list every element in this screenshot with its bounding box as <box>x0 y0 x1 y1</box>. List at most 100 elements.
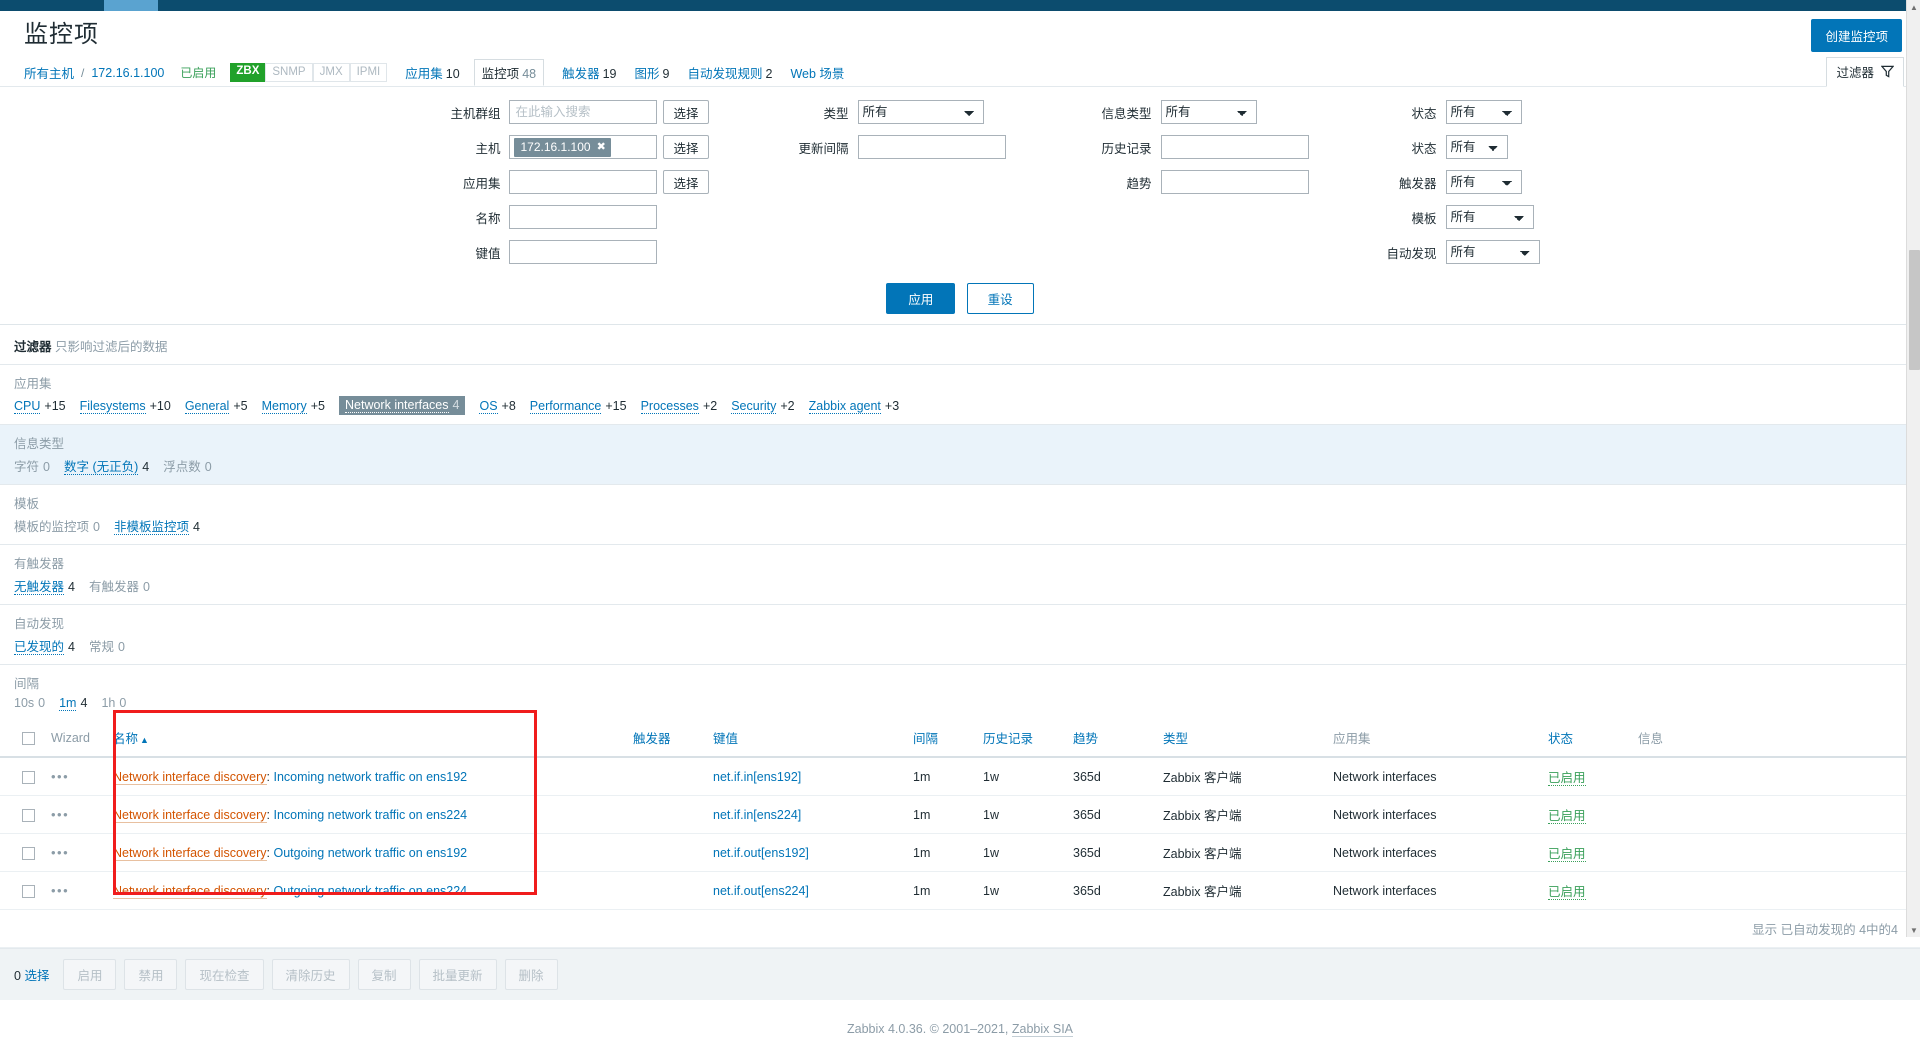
nav-discovery-rules[interactable]: 自动发现规则 2 <box>687 63 772 82</box>
template-select[interactable]: 所有 <box>1445 205 1534 229</box>
subfilter-item[interactable]: General +5 <box>184 398 248 414</box>
scroll-down-arrow-icon[interactable]: ▼ <box>1907 923 1920 937</box>
breadcrumb-all-hosts[interactable]: 所有主机 <box>24 63 74 82</box>
scroll-up-arrow-icon[interactable]: ▲ <box>1907 0 1920 14</box>
status-select[interactable]: 所有 <box>1445 135 1508 159</box>
update-interval-input[interactable] <box>857 135 1006 159</box>
row-checkbox[interactable] <box>22 770 35 784</box>
state-select[interactable]: 所有 <box>1445 100 1522 124</box>
item-name-link[interactable]: Incoming network traffic on ens192 <box>273 770 467 784</box>
col-status[interactable]: 状态 <box>1540 719 1630 758</box>
subfilter-item[interactable]: 无触发器 4 <box>14 576 75 595</box>
breadcrumb-host[interactable]: 172.16.1.100 <box>91 66 164 80</box>
apply-button[interactable]: 应用 <box>886 283 956 314</box>
discovery-rule-link[interactable]: Network interface discovery <box>113 807 267 823</box>
nav-web-scenarios[interactable]: Web 场景 <box>790 63 844 82</box>
item-key-link[interactable]: net.if.out[ens192] <box>713 846 809 860</box>
nav-triggers[interactable]: 触发器 19 <box>562 63 616 82</box>
subfilter-item: 模板的监控项 0 <box>14 516 100 535</box>
subfilter-item[interactable]: Memory +5 <box>261 398 325 414</box>
host-chip-remove-icon[interactable]: ✖ <box>597 140 606 153</box>
item-name-link[interactable]: Outgoing network traffic on ens224 <box>273 884 467 898</box>
nav-discovery-rules-count: 2 <box>765 67 773 81</box>
subfilter-item[interactable]: 数字 (无正负) 4 <box>63 456 149 475</box>
subfilter-item[interactable]: 已发现的 4 <box>14 636 75 655</box>
subfilter-item[interactable]: 非模板监控项 4 <box>113 516 200 535</box>
reset-button[interactable]: 重设 <box>966 283 1034 314</box>
subfilter-item[interactable]: Filesystems +10 <box>79 398 171 414</box>
subfilter-item-label: 10s <box>14 696 35 710</box>
nav-items[interactable]: 监控项 48 <box>473 59 545 86</box>
key-input[interactable] <box>509 240 658 264</box>
trend-input[interactable] <box>1160 170 1309 194</box>
row-checkbox[interactable] <box>22 808 35 822</box>
status-badge[interactable]: 已启用 <box>1548 847 1586 862</box>
item-name-link[interactable]: Incoming network traffic on ens224 <box>273 808 467 822</box>
status-badge[interactable]: 已启用 <box>1548 771 1586 786</box>
item-key-link[interactable]: net.if.out[ens224] <box>713 884 809 898</box>
host-select-button[interactable]: 选择 <box>663 135 709 159</box>
copy-button[interactable]: 复制 <box>357 959 411 990</box>
filter-tab[interactable]: 过滤器 <box>1826 57 1904 87</box>
nav-applications[interactable]: 应用集 10 <box>405 63 459 82</box>
mass-update-button[interactable]: 批量更新 <box>418 959 497 990</box>
subfilter-item[interactable]: Performance +15 <box>529 398 627 414</box>
host-group-input[interactable] <box>509 100 658 124</box>
check-now-button[interactable]: 现在检查 <box>185 959 264 990</box>
row-checkbox[interactable] <box>22 846 35 860</box>
select-all-checkbox[interactable] <box>22 731 35 745</box>
discovery-select[interactable]: 所有 <box>1445 240 1540 264</box>
col-key[interactable]: 键值 <box>705 719 905 758</box>
wizard-menu-icon[interactable]: ••• <box>51 807 69 822</box>
host-multiselect[interactable]: 172.16.1.100 ✖ <box>509 135 658 159</box>
clear-history-button[interactable]: 清除历史 <box>271 959 350 990</box>
page-scrollbar[interactable]: ▲ ▼ <box>1906 0 1920 937</box>
type-select[interactable]: 所有 <box>857 100 984 124</box>
subfilter-item[interactable]: CPU +15 <box>14 398 66 414</box>
wizard-menu-icon[interactable]: ••• <box>51 883 69 898</box>
discovery-rule-link[interactable]: Network interface discovery <box>113 845 267 861</box>
history-input[interactable] <box>1160 135 1309 159</box>
subfilter-item[interactable]: OS +8 <box>479 398 516 414</box>
col-triggers[interactable]: 触发器 <box>625 719 705 758</box>
row-interval-cell: 1m <box>905 833 975 872</box>
footer-zabbix-sia-link[interactable]: Zabbix SIA <box>1011 1022 1074 1037</box>
discovery-rule-link[interactable]: Network interface discovery <box>113 883 267 899</box>
status-badge[interactable]: 已启用 <box>1548 809 1586 824</box>
disable-button[interactable]: 禁用 <box>124 959 178 990</box>
host-chip-label: 172.16.1.100 <box>520 139 591 154</box>
host-enabled-status[interactable]: 已启用 <box>180 64 216 81</box>
item-key-link[interactable]: net.if.in[ens224] <box>713 808 801 822</box>
delete-button[interactable]: 删除 <box>504 959 558 990</box>
enable-button[interactable]: 启用 <box>63 959 117 990</box>
col-trends[interactable]: 趋势 <box>1065 719 1155 758</box>
subfilter-item[interactable]: Security +2 <box>731 398 795 414</box>
subfilter-item[interactable]: Network interfaces 4 <box>339 396 466 415</box>
host-group-select-button[interactable]: 选择 <box>663 100 709 124</box>
subfilter-item[interactable]: Zabbix agent +3 <box>808 398 899 414</box>
col-history[interactable]: 历史记录 <box>975 719 1065 758</box>
scrollbar-thumb[interactable] <box>1909 250 1920 370</box>
name-input[interactable] <box>509 205 658 229</box>
info-type-select[interactable]: 所有 <box>1160 100 1257 124</box>
filter-row-history: 历史记录 <box>1072 135 1309 159</box>
application-select-button[interactable]: 选择 <box>663 170 709 194</box>
col-name[interactable]: 名称 ▲ <box>105 719 625 758</box>
application-input[interactable] <box>509 170 658 194</box>
subfilter-item[interactable]: 1m 4 <box>59 696 87 711</box>
create-item-button[interactable]: 创建监控项 <box>1811 19 1902 52</box>
col-type[interactable]: 类型 <box>1155 719 1325 758</box>
discovery-rule-link[interactable]: Network interface discovery <box>113 769 267 785</box>
nav-graphs[interactable]: 图形 9 <box>635 63 670 82</box>
trigger-select[interactable]: 所有 <box>1445 170 1522 194</box>
badge-zbx[interactable]: ZBX <box>230 62 266 83</box>
col-interval[interactable]: 间隔 <box>905 719 975 758</box>
item-key-link[interactable]: net.if.in[ens192] <box>713 770 801 784</box>
subfilter-item[interactable]: Processes +2 <box>640 398 717 414</box>
row-checkbox[interactable] <box>22 884 35 898</box>
wizard-menu-icon[interactable]: ••• <box>51 845 69 860</box>
wizard-menu-icon[interactable]: ••• <box>51 769 69 784</box>
filter-icon <box>1881 65 1894 78</box>
status-badge[interactable]: 已启用 <box>1548 885 1586 900</box>
item-name-link[interactable]: Outgoing network traffic on ens192 <box>273 846 467 860</box>
